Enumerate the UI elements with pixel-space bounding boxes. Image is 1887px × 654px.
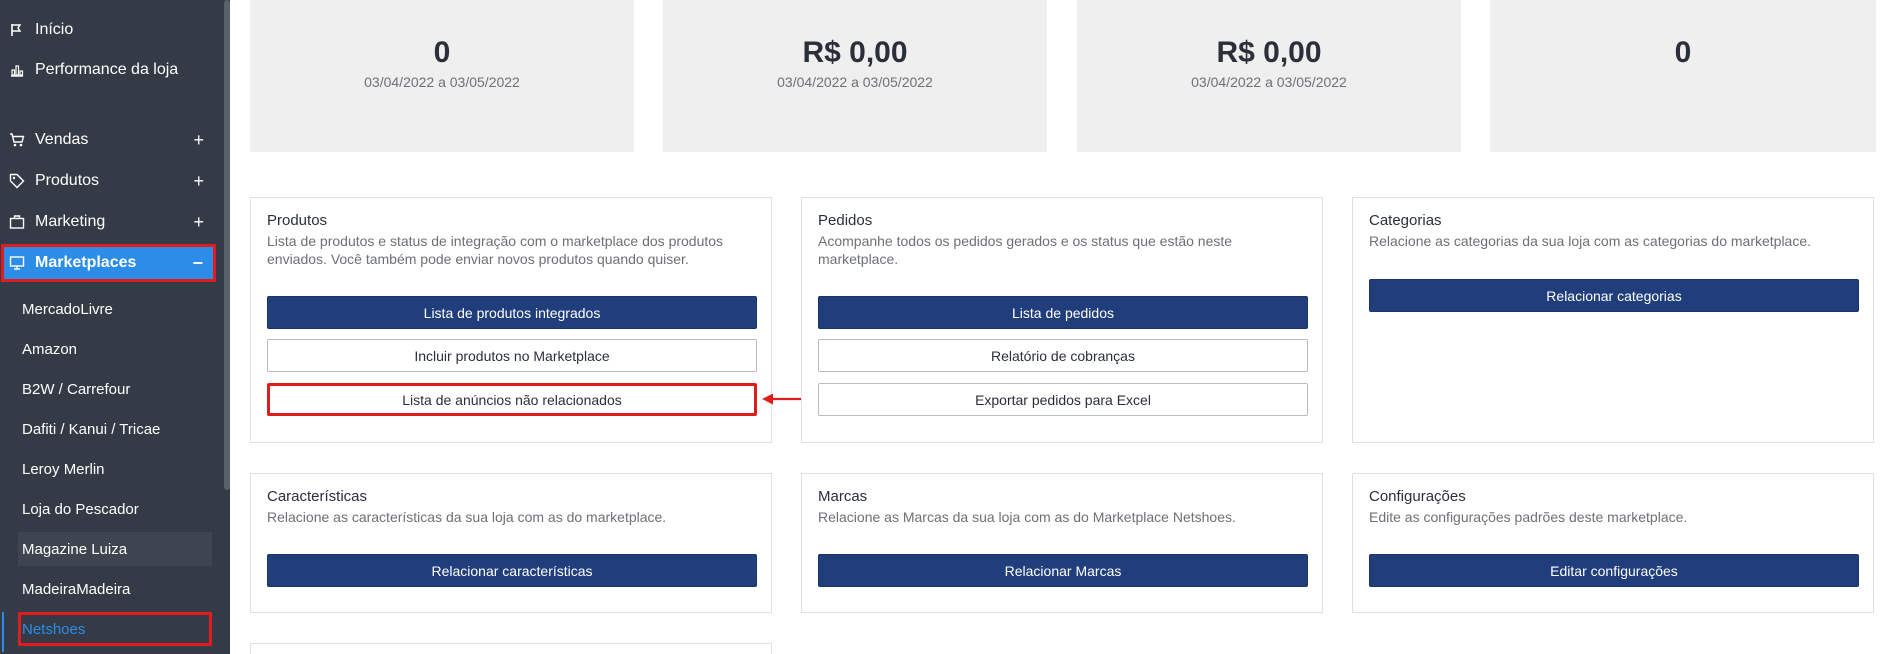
sidebar-item-inicio[interactable]: Início [0, 10, 222, 50]
sidebar-subitem-amazon[interactable]: Amazon [18, 332, 218, 366]
sidebar-subitem-netshoes[interactable]: Netshoes [18, 612, 212, 646]
sidebar-item-marketing[interactable]: Marketing + [0, 202, 222, 242]
sidebar-scrollbar[interactable] [224, 0, 230, 490]
panel-description: Acompanhe todos os pedidos gerados e os … [818, 233, 1233, 267]
sidebar-subitem-leroy-merlin[interactable]: Leroy Merlin [18, 452, 218, 486]
collapse-icon[interactable]: − [192, 253, 203, 274]
sidebar-item-label: Marketing [35, 213, 106, 230]
active-indicator [2, 612, 4, 652]
produtos-panel: Produtos Lista de produtos e status de i… [250, 197, 772, 443]
stat-card: R$ 0,00 03/04/2022 a 03/05/2022 [1077, 0, 1461, 152]
sidebar-subitem-mercadolivre[interactable]: MercadoLivre [18, 292, 218, 326]
expand-icon[interactable]: + [193, 171, 204, 192]
sidebar-item-marketplaces[interactable]: Marketplaces − [1, 244, 216, 282]
sidebar-item-label: Início [35, 21, 74, 38]
sidebar-item-label: Performance da loja [35, 61, 179, 78]
relate-brands-button[interactable]: Relacionar Marcas [818, 554, 1308, 587]
sidebar-subitem-magazine-luiza[interactable]: Magazine Luiza [18, 532, 212, 566]
panel-title: Pedidos [818, 212, 873, 229]
sidebar-item-performance[interactable]: Performance da loja [0, 50, 222, 90]
panel-description: Relacione as características da sua loja… [267, 509, 667, 525]
sidebar-item-vendas[interactable]: Vendas + [0, 120, 222, 160]
export-orders-excel-button[interactable]: Exportar pedidos para Excel [818, 383, 1308, 416]
relate-categories-button[interactable]: Relacionar categorias [1369, 279, 1859, 312]
sidebar-item-produtos[interactable]: Produtos + [0, 161, 222, 201]
cart-icon [9, 132, 25, 148]
panel-description: Edite as configurações padrões deste mar… [1369, 509, 1688, 525]
stat-period: 03/04/2022 a 03/05/2022 [364, 74, 520, 90]
panel-title: Marcas [818, 488, 868, 505]
bar-chart-icon [9, 62, 25, 78]
sidebar-item-label: Vendas [35, 131, 89, 148]
partial-panel [250, 643, 772, 654]
monitor-icon [9, 255, 25, 271]
caracteristicas-panel: Características Relacione as característ… [250, 473, 772, 613]
panel-description: Relacione as Marcas da sua loja com as d… [818, 509, 1236, 525]
sidebar: Início Performance da loja Vendas + Prod… [0, 0, 230, 654]
stat-card: R$ 0,00 03/04/2022 a 03/05/2022 [663, 0, 1047, 152]
flag-icon [9, 22, 25, 38]
edit-settings-button[interactable]: Editar configurações [1369, 554, 1859, 587]
stat-value: 0 [1674, 36, 1692, 69]
billing-report-button[interactable]: Relatório de cobranças [818, 339, 1308, 372]
stat-value: 0 [433, 36, 451, 69]
integrated-products-list-button[interactable]: Lista de produtos integrados [267, 296, 757, 329]
sidebar-subitem-madeiramadeira[interactable]: MadeiraMadeira [18, 572, 218, 606]
pedidos-panel: Pedidos Acompanhe todos os pedidos gerad… [801, 197, 1323, 443]
sidebar-subitem-loja-do-pescador[interactable]: Loja do Pescador [18, 492, 218, 526]
app-root: Início Performance da loja Vendas + Prod… [0, 0, 1887, 654]
panel-title: Produtos [267, 212, 328, 229]
sidebar-subitem-b2w-carrefour[interactable]: B2W / Carrefour [18, 372, 218, 406]
orders-list-button[interactable]: Lista de pedidos [818, 296, 1308, 329]
panel-description: Lista de produtos e status de integração… [267, 233, 724, 267]
include-products-button[interactable]: Incluir produtos no Marketplace [267, 339, 757, 372]
panel-title: Categorias [1369, 212, 1442, 229]
panel-title: Configurações [1369, 488, 1466, 505]
sidebar-item-label: Marketplaces [35, 254, 137, 271]
configuracoes-panel: Configurações Edite as configurações pad… [1352, 473, 1874, 613]
panel-title: Características [267, 488, 368, 505]
stat-card: 0 [1490, 0, 1876, 152]
tag-icon [9, 173, 25, 189]
categorias-panel: Categorias Relacione as categorias da su… [1352, 197, 1874, 443]
marcas-panel: Marcas Relacione as Marcas da sua loja c… [801, 473, 1323, 613]
expand-icon[interactable]: + [193, 130, 204, 151]
expand-icon[interactable]: + [193, 212, 204, 233]
stat-period: 03/04/2022 a 03/05/2022 [777, 74, 933, 90]
sidebar-item-label: Produtos [35, 172, 100, 189]
panel-description: Relacione as categorias da sua loja com … [1369, 233, 1812, 249]
relate-characteristics-button[interactable]: Relacionar características [267, 554, 757, 587]
unrelated-ads-list-button[interactable]: Lista de anúncios não relacionados [267, 383, 757, 416]
briefcase-icon [9, 214, 25, 230]
stat-card: 0 03/04/2022 a 03/05/2022 [250, 0, 634, 152]
stat-period: 03/04/2022 a 03/05/2022 [1191, 74, 1347, 90]
stat-value: R$ 0,00 [802, 36, 908, 69]
stat-value: R$ 0,00 [1216, 36, 1322, 69]
sidebar-subitem-dafiti[interactable]: Dafiti / Kanui / Tricae [18, 412, 218, 446]
